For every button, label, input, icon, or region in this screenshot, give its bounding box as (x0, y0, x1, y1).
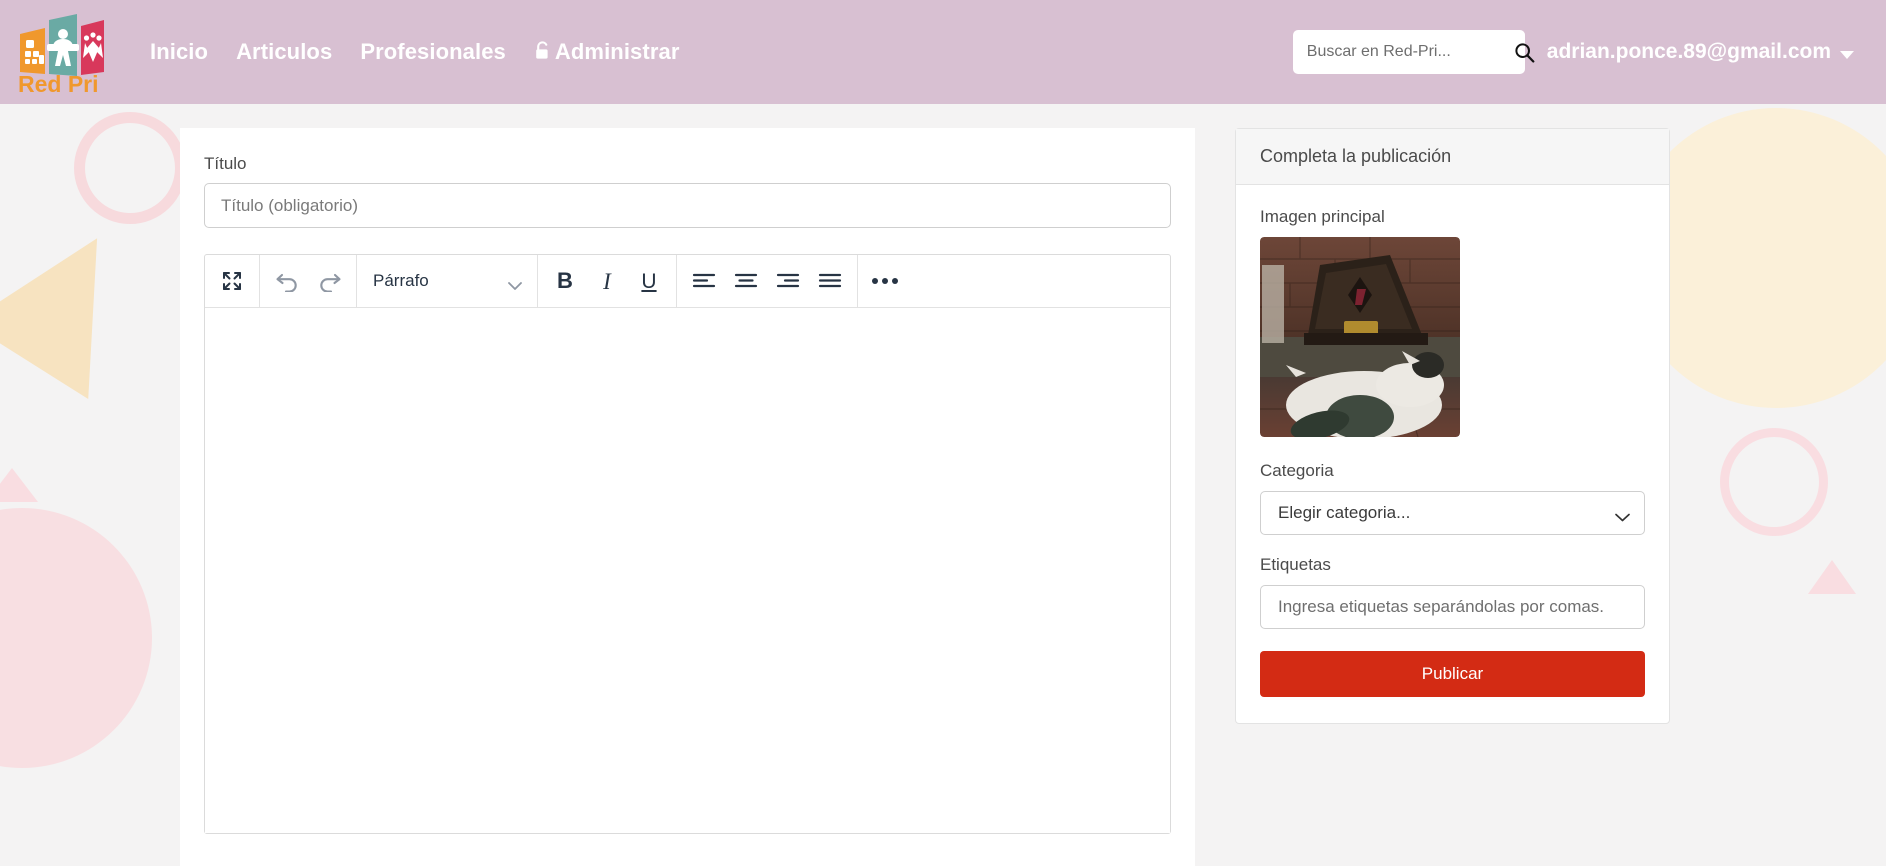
title-field-label: Título (204, 154, 247, 173)
toolbar-group-more (858, 255, 912, 307)
toolbar-group-text-style: B I U (538, 255, 677, 307)
block-format-value: Párrafo (373, 271, 429, 290)
bold-button[interactable]: B (544, 261, 586, 301)
page-content: Título Título (obligatorio) Párrafo B I … (0, 104, 1886, 866)
user-account-menu[interactable]: adrian.ponce.89@gmail.com (1547, 40, 1860, 64)
chevron-down-icon (1614, 508, 1630, 522)
publish-button[interactable]: Publicar (1260, 651, 1645, 697)
publish-card: Completa la publicación Imagen principal (1235, 128, 1670, 724)
header-right-cluster: adrian.ponce.89@gmail.com (1292, 30, 1860, 74)
tags-input[interactable] (1260, 585, 1645, 629)
redo-icon-button[interactable] (308, 261, 350, 301)
underline-button[interactable]: U (628, 261, 670, 301)
main-image-label: Imagen principal (1260, 207, 1385, 226)
lock-icon (534, 41, 551, 61)
editor-content-area[interactable] (205, 308, 1170, 833)
undo-icon-button[interactable] (266, 261, 308, 301)
nav-item-inicio[interactable]: Inicio (136, 33, 222, 71)
toolbar-group-alignment (677, 255, 858, 307)
editor-toolbar: Párrafo B I U (205, 255, 1170, 308)
toolbar-group-view (205, 255, 260, 307)
nav-item-administrar-label: Administrar (554, 39, 680, 64)
toolbar-group-block-format: Párrafo (357, 255, 538, 307)
category-select[interactable]: Elegir categoria... (1260, 491, 1645, 535)
top-navigation-bar: Red Pri Inicio Articulos Profesionales A… (0, 0, 1886, 104)
underline-label: U (641, 269, 657, 293)
search-input[interactable] (1306, 43, 1514, 61)
italic-button[interactable]: I (586, 261, 628, 301)
article-editor-panel: Título Título (obligatorio) Párrafo B I … (180, 128, 1195, 866)
ellipsis-icon (872, 278, 898, 284)
nav-item-profesionales[interactable]: Profesionales (346, 33, 520, 71)
main-image-thumbnail[interactable] (1260, 237, 1460, 437)
search-box[interactable] (1292, 30, 1535, 74)
fullscreen-icon-button[interactable] (211, 261, 253, 301)
justify-icon-button[interactable] (809, 261, 851, 301)
toolbar-group-history (260, 255, 357, 307)
nav-item-articulos[interactable]: Articulos (222, 33, 346, 71)
logo-wordmark: Red Pri (18, 71, 99, 94)
search-icon[interactable] (1514, 42, 1535, 63)
bold-label: B (557, 268, 573, 293)
brand-logo-link[interactable]: Red Pri (14, 10, 112, 94)
more-options-icon-button[interactable] (864, 261, 906, 301)
user-email-label: adrian.ponce.89@gmail.com (1546, 40, 1831, 63)
rich-text-editor: Párrafo B I U (204, 254, 1171, 834)
italic-label: I (603, 268, 611, 294)
align-center-icon-button[interactable] (725, 261, 767, 301)
publish-card-title: Completa la publicación (1236, 129, 1669, 185)
red-pri-logo: Red Pri (14, 10, 112, 94)
title-input[interactable] (204, 183, 1171, 228)
nav-item-administrar[interactable]: Administrar (520, 33, 694, 71)
category-label: Categoria (1260, 461, 1334, 480)
category-selected-value: Elegir categoria... (1278, 503, 1411, 522)
chevron-down-icon (1840, 51, 1854, 59)
publish-card-body: Imagen principal Categoria Elegir catego… (1236, 185, 1669, 723)
publish-sidebar: Completa la publicación Imagen principal (1235, 128, 1670, 866)
align-right-icon-button[interactable] (767, 261, 809, 301)
main-nav: Inicio Articulos Profesionales Administr… (136, 33, 693, 71)
block-format-select[interactable]: Párrafo (363, 261, 531, 301)
align-left-icon-button[interactable] (683, 261, 725, 301)
chevron-down-icon (507, 276, 523, 290)
tags-label: Etiquetas (1260, 555, 1331, 574)
